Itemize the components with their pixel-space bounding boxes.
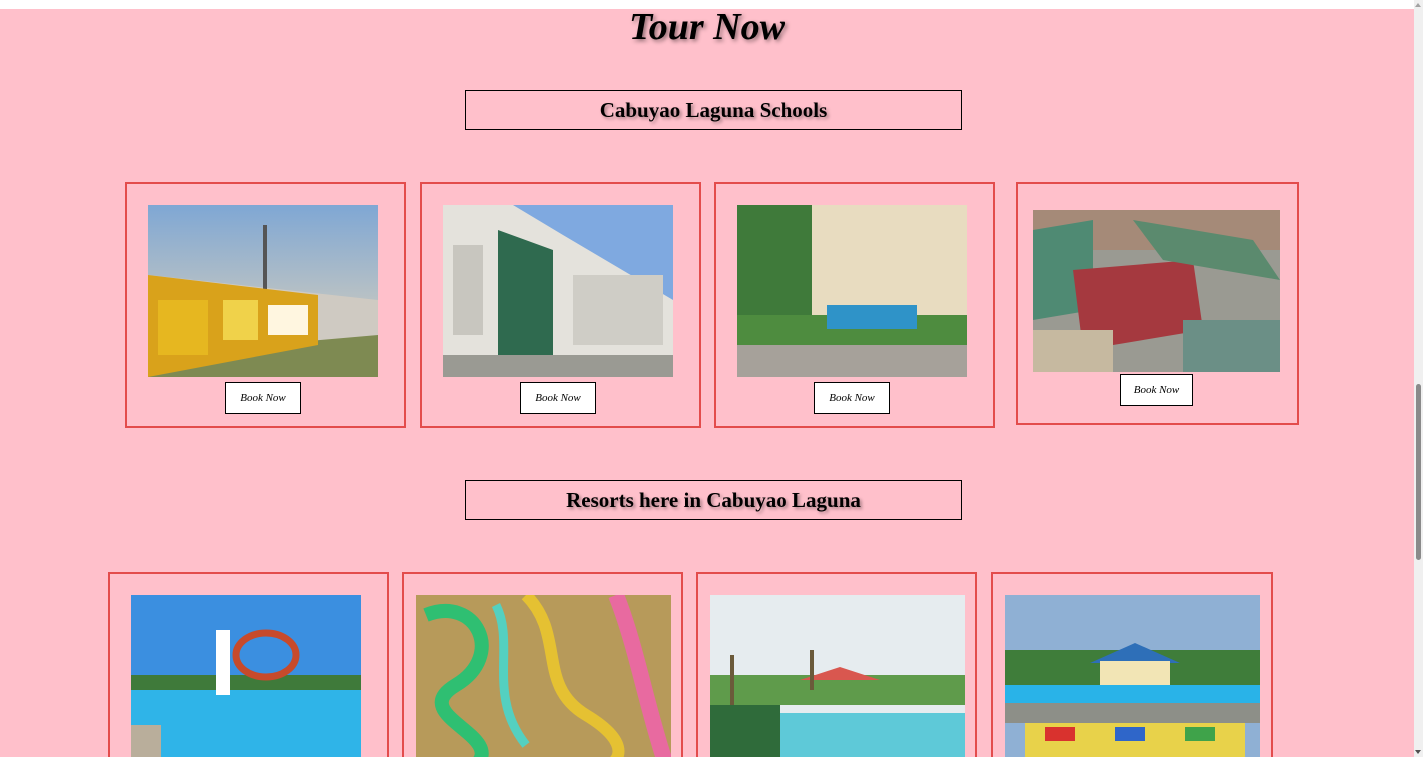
book-now-button[interactable]: Book Now (1120, 374, 1193, 406)
school-card: Book Now (420, 182, 701, 428)
page-body: Tour Now Cabuyao Laguna Schools Book Now (0, 9, 1414, 757)
school-southville-aerial-photo (1033, 210, 1280, 372)
school-card: Book Now (714, 182, 995, 428)
book-now-button[interactable]: Book Now (814, 382, 890, 414)
scroll-up-arrow-icon[interactable] (1415, 3, 1421, 7)
vertical-scrollbar[interactable] (1414, 0, 1423, 757)
resorts-section-heading: Resorts here in Cabuyao Laguna (465, 480, 962, 520)
resort-pool-clubhouse-photo (1005, 595, 1260, 757)
resort-waterslide-pool-photo (131, 595, 361, 757)
scroll-down-arrow-icon[interactable] (1415, 750, 1421, 754)
resort-palm-pool-photo (710, 595, 965, 757)
school-card: Book Now (1016, 182, 1299, 425)
resort-card (108, 572, 389, 757)
resort-card (696, 572, 977, 757)
book-now-button[interactable]: Book Now (520, 382, 596, 414)
scrollbar-thumb[interactable] (1416, 384, 1421, 560)
resort-card (402, 572, 683, 757)
book-now-button[interactable]: Book Now (225, 382, 301, 414)
school-sinhs-photo (737, 205, 967, 377)
schools-section-heading: Cabuyao Laguna Schools (465, 90, 962, 130)
school-card: Book Now (125, 182, 406, 428)
resort-slides-aerial-photo (416, 595, 671, 757)
school-citech-photo (148, 205, 378, 377)
resort-card (991, 572, 1273, 757)
page-title: Tour Now (629, 9, 785, 48)
school-building-photo (443, 205, 673, 377)
